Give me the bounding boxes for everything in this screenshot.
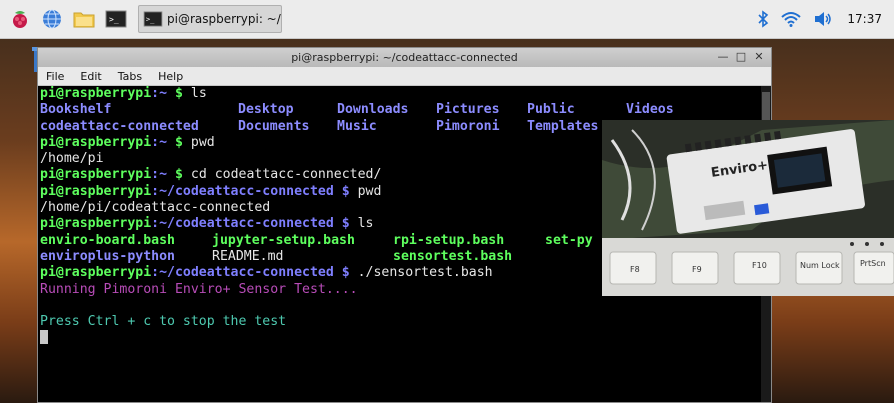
key-numlock: Num Lock (800, 261, 840, 270)
terminal-icon: >_ (143, 11, 163, 27)
webcam-overlay: Enviro+ F8 F9 F10 Num Lock PrtScn (602, 120, 894, 296)
maximize-icon[interactable]: □ (733, 50, 749, 64)
taskbar-terminal-task[interactable]: >_ pi@raspberrypi: ~/co... (138, 5, 282, 33)
folder-icon[interactable] (72, 7, 96, 31)
window-titlebar[interactable]: pi@raspberrypi: ~/codeattacc-connected —… (38, 48, 771, 67)
key-f8: F8 (630, 265, 640, 274)
scrollbar-thumb[interactable] (762, 92, 770, 122)
taskbar: >_ >_ pi@raspberrypi: ~/co... 17:37 (0, 0, 894, 39)
clock[interactable]: 17:37 (847, 12, 882, 26)
terminal-icon[interactable]: >_ (104, 7, 128, 31)
menubar: File Edit Tabs Help (38, 67, 771, 86)
wifi-icon[interactable] (781, 11, 802, 27)
enviro-board-photo: Enviro+ F8 F9 F10 Num Lock PrtScn (602, 120, 894, 296)
key-prtscn: PrtScn (860, 259, 886, 268)
bluetooth-icon[interactable] (757, 10, 769, 28)
term-line: Press Ctrl + c to stop the test (40, 314, 287, 330)
key-f10: F10 (752, 261, 767, 270)
term-line: pi@raspberrypi:~ $ ls (40, 86, 207, 101)
task-title: pi@raspberrypi: ~/co... (167, 12, 281, 26)
term-line (40, 330, 759, 347)
volume-icon[interactable] (813, 11, 833, 27)
menu-file[interactable]: File (38, 70, 72, 83)
term-line (40, 298, 759, 314)
svg-text:>_: >_ (109, 15, 119, 24)
menu-tabs[interactable]: Tabs (110, 70, 150, 83)
term-line: Bookshelf Desktop Downloads Pictures Public V… (40, 102, 674, 118)
menu-edit[interactable]: Edit (72, 70, 109, 83)
window-title: pi@raspberrypi: ~/codeattacc-connected (291, 51, 518, 64)
menu-help[interactable]: Help (150, 70, 191, 83)
raspberry-icon[interactable] (8, 7, 32, 31)
globe-icon[interactable] (40, 7, 64, 31)
close-icon[interactable]: ✕ (751, 50, 767, 64)
svg-text:>_: >_ (146, 15, 155, 24)
minimize-icon[interactable]: — (715, 50, 731, 64)
text-cursor (40, 330, 48, 345)
key-f9: F9 (692, 265, 702, 274)
